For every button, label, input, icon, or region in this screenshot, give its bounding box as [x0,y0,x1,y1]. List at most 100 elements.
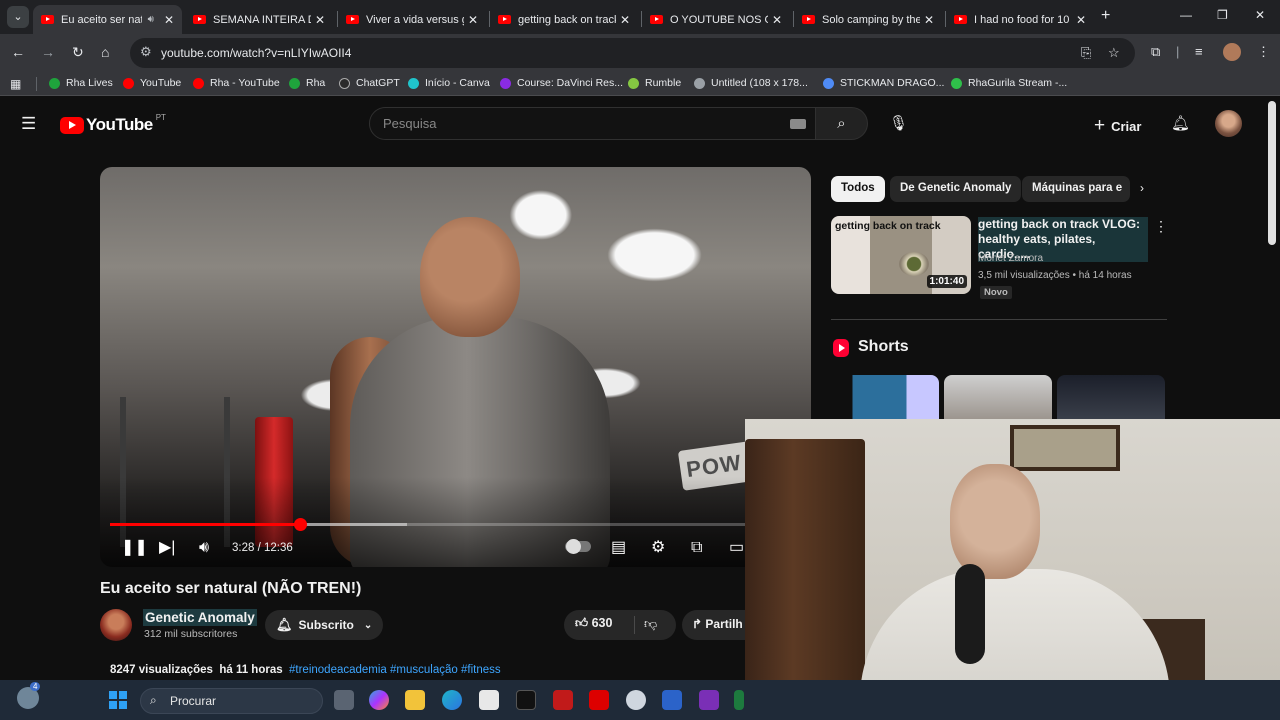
speaker-icon[interactable]: 🔊︎ [148,14,154,25]
bookmark-item[interactable]: ChatGPT [339,77,400,89]
bookmark-item[interactable]: STICKMAN DRAGO... [823,77,944,89]
volume-icon[interactable]: 🔊︎ [199,539,209,557]
bookmark-label: Course: DaVinci Res... [517,77,624,89]
video-player[interactable]: POW ❚❚ ▶︎| 🔊︎ 3:28 / 12:36 ▤ ⚙︎ ⧉ ▭ [100,167,811,567]
taskbar-search-input[interactable]: ⌕ Procurar [140,688,323,714]
thumbs-down-icon[interactable]: 👎︎ [644,616,657,632]
home-icon[interactable]: ⌂ [101,44,109,60]
copilot-icon[interactable] [369,690,389,710]
hamburger-menu-icon[interactable]: ☰ [21,114,36,134]
miniplayer-icon[interactable]: ⧉ [691,539,702,557]
apps-grid-icon[interactable]: ▦ [10,77,21,91]
minimize-icon[interactable]: — [1180,8,1192,22]
recommendation-thumbnail[interactable]: getting back on track 1:01:40 [831,216,971,294]
tab[interactable]: SEMANA INTEIRA DE ✕ [185,5,333,34]
youtube-logo[interactable]: YouTube PT [60,113,166,135]
short-thumbnail[interactable] [944,375,1052,420]
edge-icon[interactable] [442,690,462,710]
bookmark-item[interactable]: Course: DaVinci Res... [500,77,623,89]
autoplay-toggle[interactable] [565,539,591,554]
microphone-icon[interactable]: 🎙︎ [889,114,908,132]
tab-active[interactable]: Eu aceito ser nat 🔊︎ ✕ [33,5,182,34]
close-tab-icon[interactable]: ✕ [620,13,630,27]
create-button[interactable]: + Criar [1094,115,1141,137]
bookmark-item[interactable]: YouTube [123,77,181,89]
media-control-icon[interactable]: ≡ [1195,44,1203,59]
store-icon[interactable] [479,690,499,710]
install-app-icon[interactable]: ⎘ [1081,45,1091,61]
onenote-icon[interactable] [699,690,719,710]
windows-start-icon[interactable] [109,691,127,709]
bookmark-item[interactable]: Untitled (108 x 178... [694,77,808,89]
task-view-icon[interactable] [334,690,354,710]
theater-mode-icon[interactable]: ▭ [729,537,744,557]
tab-search-button[interactable]: ⌄ [7,6,29,28]
forward-icon[interactable]: → [41,44,55,60]
pause-icon[interactable]: ❚❚ [121,537,148,557]
video-editor-icon[interactable] [662,690,682,710]
bookmark-item[interactable]: Início - Canva [408,77,490,89]
progress-bar[interactable] [110,518,800,531]
channel-avatar[interactable] [100,609,132,641]
excel-icon[interactable] [734,690,744,710]
close-tab-icon[interactable]: ✕ [315,13,325,27]
bookmark-item[interactable]: Rha [289,77,325,89]
file-explorer-icon[interactable] [405,690,425,710]
new-tab-icon[interactable]: + [1101,7,1110,25]
like-button[interactable]: 👍︎ 630 [575,616,612,631]
close-tab-icon[interactable]: ✕ [164,13,174,27]
keyboard-icon[interactable] [790,119,806,129]
close-tab-icon[interactable]: ✕ [1076,13,1086,27]
app-icon[interactable] [516,690,536,710]
short-thumbnail[interactable] [831,375,939,420]
tab[interactable]: O YOUTUBE NOS OD ✕ [642,5,790,34]
search-button[interactable]: ⌕ [816,107,868,140]
short-thumbnail[interactable] [1057,375,1165,420]
bookmark-star-icon[interactable]: ☆ [1108,45,1120,61]
more-options-icon[interactable]: ⋮ [1154,218,1168,235]
tab[interactable]: Viver a vida versus g ✕ [338,5,486,34]
chevron-right-icon[interactable]: › [1140,181,1144,195]
video-title: Eu aceito ser natural (NÃO TREN!) [100,580,362,597]
recommendation-channel[interactable]: Monet Zamora [978,253,1043,264]
restore-icon[interactable]: ❐ [1217,8,1228,22]
bookmark-item[interactable]: Rha - YouTube [193,77,280,89]
tab[interactable]: I had no food for 10 ✕ [946,5,1094,34]
account-avatar[interactable] [1215,110,1242,137]
chip-all[interactable]: Todos [831,176,885,202]
channel-name[interactable]: Genetic Anomaly [143,609,257,626]
weather-widget-icon[interactable]: 4 [17,682,41,709]
chip-channel[interactable]: De Genetic Anomaly [890,176,1022,202]
search-input[interactable]: Pesquisa [369,107,816,140]
close-tab-icon[interactable]: ✕ [468,13,478,27]
subscribe-button[interactable]: 🔔︎ Subscrito ⌄ [265,610,383,640]
bookmark-label: STICKMAN DRAGO... [840,77,945,89]
settings-gear-icon[interactable] [626,690,646,710]
hashtags[interactable]: #treinodeacademia #musculação #fitness [289,664,501,676]
page-scrollbar[interactable] [1268,101,1276,245]
tab[interactable]: Solo camping by the ✕ [794,5,942,34]
back-icon[interactable]: ← [11,44,25,60]
profile-avatar[interactable] [1223,43,1241,61]
subtitles-icon[interactable]: ▤ [611,537,626,557]
close-tab-icon[interactable]: ✕ [772,13,782,27]
tab[interactable]: getting back on track ✕ [490,5,638,34]
scrubber-handle[interactable] [293,518,307,531]
description-header[interactable]: 8247 visualizações há 11 horas #treinode… [110,664,501,676]
settings-gear-icon[interactable]: ⚙︎ [651,537,665,557]
address-bar[interactable]: ⚙︎ youtube.com/watch?v=nLIYIwAOII4 ⎘ ☆ [130,38,1135,68]
extensions-icon[interactable]: ⧉ [1151,44,1160,60]
close-tab-icon[interactable]: ✕ [924,13,934,27]
bookmark-item[interactable]: Rumble [628,77,681,89]
reload-icon[interactable]: ↻ [72,44,84,61]
site-info-icon[interactable]: ⚙︎ [140,44,152,60]
security-app-icon[interactable] [553,690,573,710]
notifications-bell-icon[interactable]: 🔔︎ [1171,114,1190,132]
chip-related[interactable]: Máquinas para e [1022,176,1130,202]
netflix-icon[interactable] [589,690,609,710]
bookmark-item[interactable]: RhaGurila Stream -... [951,77,1067,89]
next-video-icon[interactable]: ▶︎| [159,537,175,557]
bookmark-item[interactable]: Rha Lives [49,77,113,89]
menu-kebab-icon[interactable]: ⋮ [1257,44,1270,60]
close-window-icon[interactable]: ✕ [1255,8,1265,22]
